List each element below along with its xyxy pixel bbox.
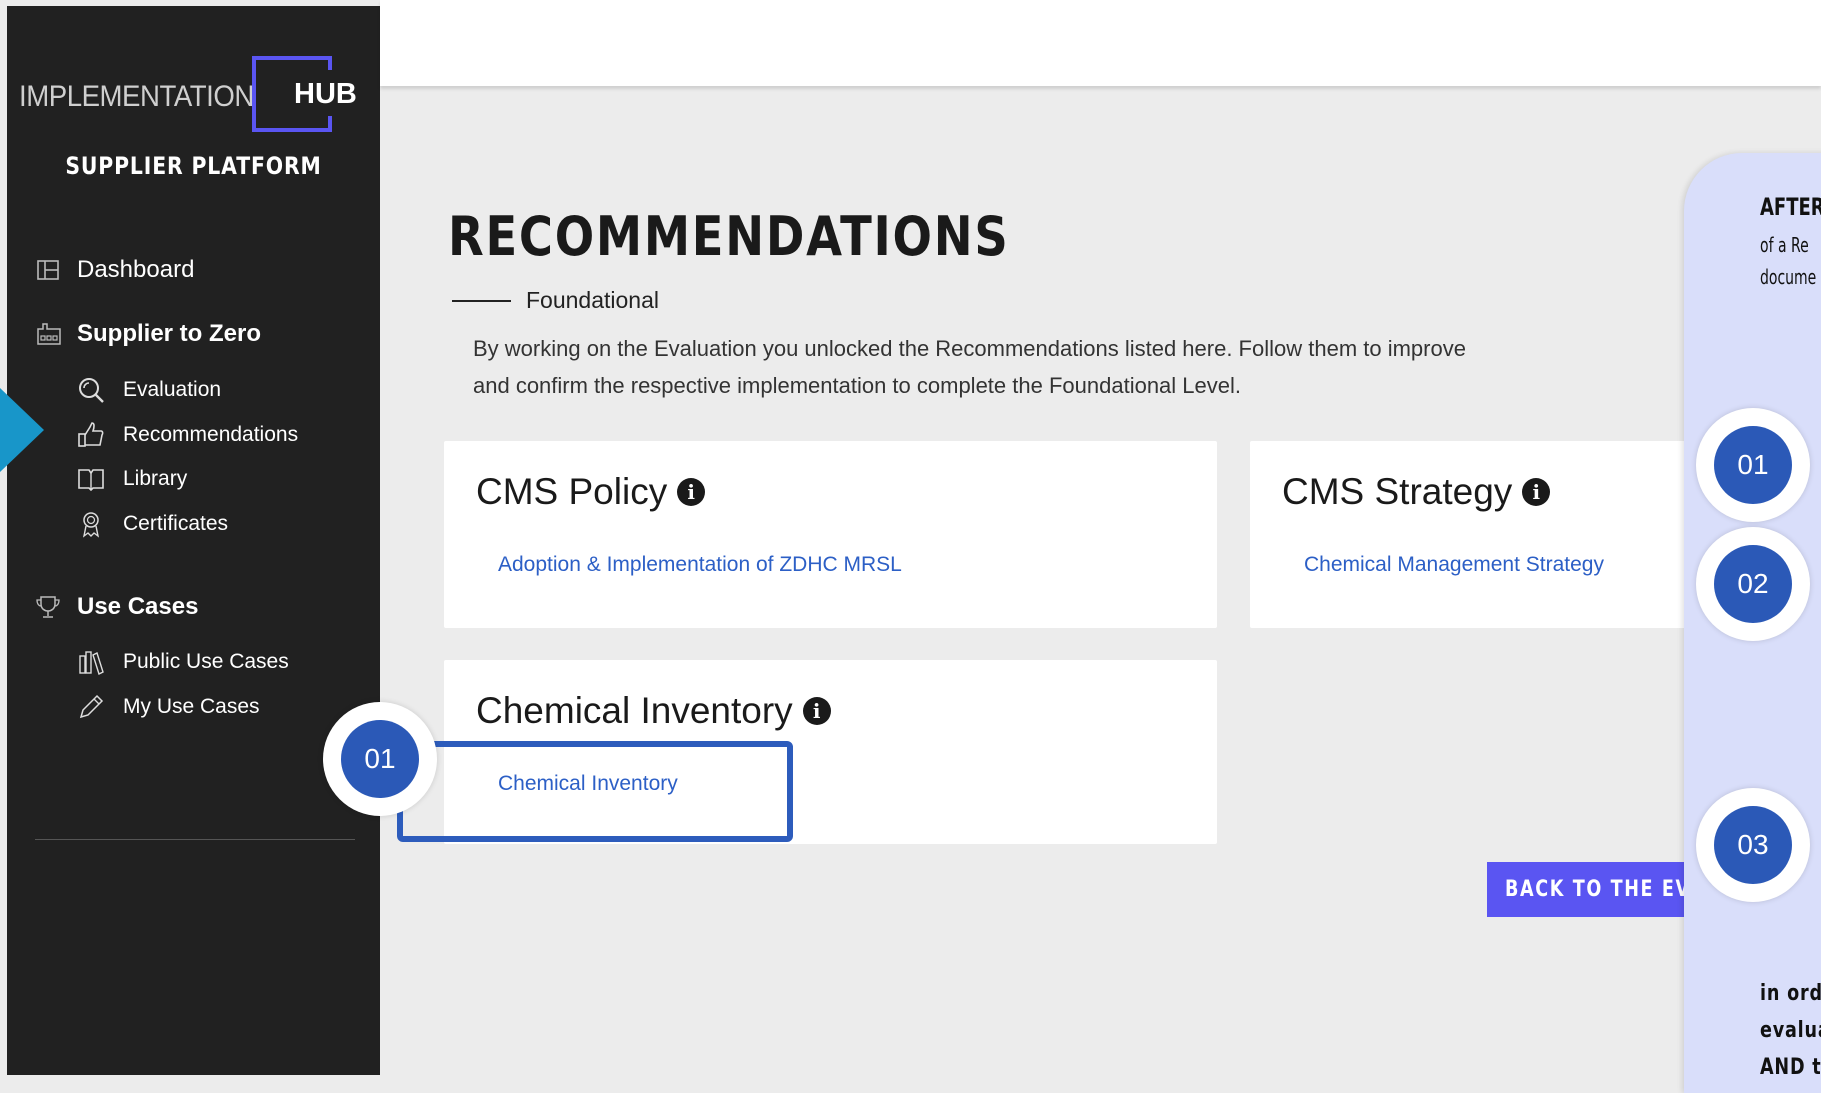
logo-bracket-top (252, 56, 332, 60)
step-badge: 03 (1696, 788, 1810, 902)
books-icon (77, 648, 105, 676)
card-title: Chemical Inventory i (476, 690, 831, 732)
trophy-icon (35, 594, 61, 620)
nav-public-use-cases-label: Public Use Cases (123, 650, 289, 673)
panel-bottom-line: evalua (1760, 1018, 1821, 1043)
step-badge: 01 (1696, 408, 1810, 522)
info-icon[interactable]: i (802, 697, 831, 725)
info-icon[interactable]: i (1522, 478, 1551, 506)
logo-bracket-right-top (328, 56, 332, 70)
card-title-text: CMS Strategy (1282, 471, 1513, 512)
award-icon (77, 510, 105, 538)
card-title-text: Chemical Inventory (476, 690, 793, 731)
nav-evaluation[interactable]: Evaluation (77, 376, 221, 404)
step-number: 01 (1714, 426, 1792, 504)
step-number: 02 (1714, 545, 1792, 623)
intro-line-2: and confirm the respective implementatio… (473, 373, 1241, 398)
nav-recommendations-label: Recommendations (123, 423, 299, 446)
nav-certificates-label: Certificates (123, 512, 229, 535)
panel-bottom-line: AND t (1760, 1055, 1821, 1080)
nav-use-cases[interactable]: Use Cases (35, 593, 198, 621)
nav-my-use-cases[interactable]: My Use Cases (77, 693, 260, 721)
pointer-arrow-icon (0, 388, 44, 472)
nav-my-use-cases-label: My Use Cases (123, 695, 260, 718)
step-badge: 01 (323, 702, 437, 816)
nav-library[interactable]: Library (77, 465, 187, 493)
nav-recommendations[interactable]: Recommendations (77, 421, 298, 449)
sidebar: IMPLEMENTATION HUB SUPPLIER PLATFORM Das… (7, 6, 380, 1075)
dashboard-icon (35, 257, 61, 283)
info-icon[interactable]: i (677, 478, 706, 506)
nav-library-label: Library (123, 467, 188, 490)
intro-text: By working on the Evaluation you unlocke… (473, 330, 1623, 404)
subtitle-rule (452, 300, 511, 302)
logo[interactable]: IMPLEMENTATION HUB (7, 56, 380, 136)
card-cms-policy: CMS Policy i Adoption & Implementation o… (444, 441, 1217, 628)
platform-label: SUPPLIER PLATFORM (65, 152, 322, 180)
step-number: 01 (341, 720, 419, 798)
page-title: RECOMMENDATIONS (448, 205, 1010, 268)
nav-evaluation-label: Evaluation (123, 378, 222, 401)
panel-heading: AFTER (1760, 193, 1821, 221)
logo-text-hub: HUB (294, 78, 357, 110)
nav-use-cases-label: Use Cases (77, 593, 199, 620)
sidebar-divider (35, 839, 355, 840)
nav-supplier-to-zero[interactable]: Supplier to Zero (35, 320, 261, 348)
factory-icon (35, 321, 61, 347)
logo-text-implementation: IMPLEMENTATION (19, 80, 254, 113)
highlight-box (397, 741, 793, 842)
nav-dashboard-label: Dashboard (77, 256, 195, 283)
nav-dashboard[interactable]: Dashboard (35, 256, 194, 284)
nav-certificates[interactable]: Certificates (77, 510, 228, 538)
step-number: 03 (1714, 806, 1792, 884)
intro-line-1: By working on the Evaluation you unlocke… (473, 336, 1466, 361)
search-icon (77, 376, 105, 404)
nav-public-use-cases[interactable]: Public Use Cases (77, 648, 289, 676)
top-bar (380, 0, 1821, 86)
back-to-evaluation-button[interactable]: BACK TO THE EV (1487, 862, 1687, 917)
card-cms-strategy: CMS Strategy i Chemical Management Strat… (1250, 441, 1690, 628)
card-link[interactable]: Adoption & Implementation of ZDHC MRSL (498, 553, 902, 577)
card-title: CMS Strategy i (1282, 471, 1551, 513)
card-link[interactable]: Chemical Management Strategy (1304, 553, 1604, 577)
logo-bracket (252, 56, 256, 132)
panel-line: docume (1760, 265, 1817, 289)
panel-line: of a Re (1760, 233, 1809, 257)
thumbs-up-icon (77, 421, 105, 449)
card-title: CMS Policy i (476, 471, 706, 513)
back-button-label: BACK TO THE EV (1505, 877, 1687, 902)
step-badge: 02 (1696, 527, 1810, 641)
card-title-text: CMS Policy (476, 471, 668, 512)
logo-bracket-bottom (252, 128, 332, 132)
page-subtitle: Foundational (526, 287, 659, 313)
pencil-icon (77, 693, 105, 721)
panel-bottom-line: in ord (1760, 981, 1821, 1006)
book-icon (77, 465, 105, 493)
nav-supplier-to-zero-label: Supplier to Zero (77, 320, 262, 347)
